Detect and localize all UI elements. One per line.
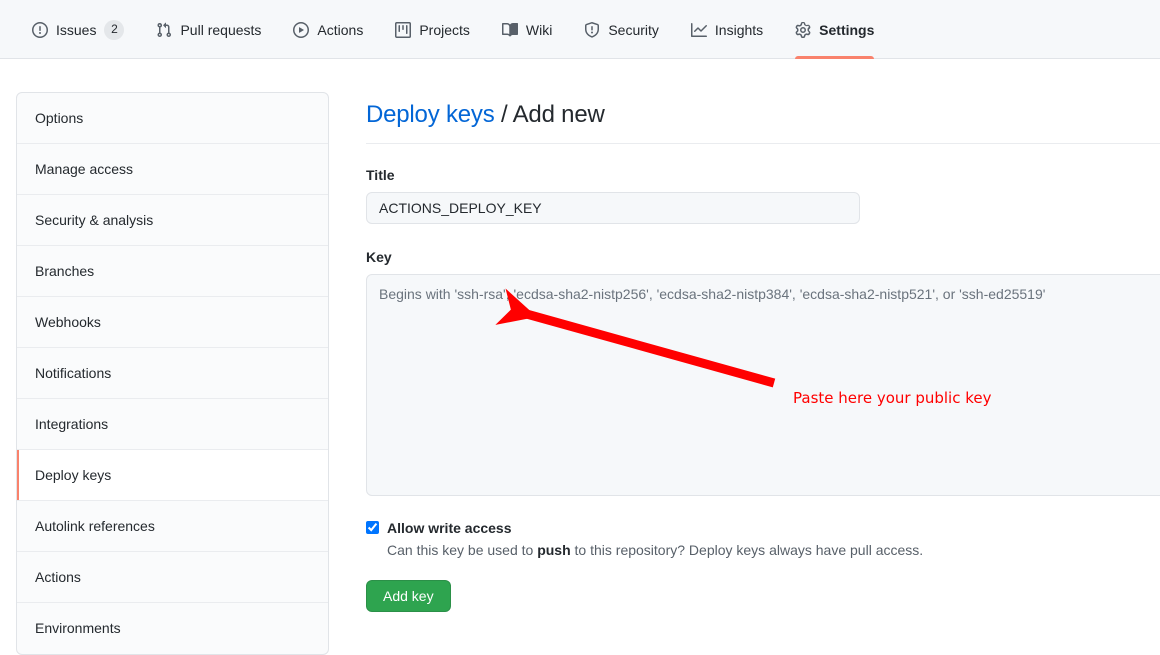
- repo-nav-item-counter: 2: [104, 19, 125, 40]
- sidebar-item-deploy-keys[interactable]: Deploy keys: [17, 450, 328, 501]
- sidebar-item-actions[interactable]: Actions: [17, 552, 328, 603]
- repo-nav-item-label: Pull requests: [180, 21, 262, 38]
- issue-opened-icon: [32, 21, 48, 38]
- page-body: Options Manage access Security & analysis B…: [0, 59, 1160, 655]
- settings-sidebar: Options Manage access Security & analysis B…: [16, 92, 329, 655]
- add-key-button[interactable]: Add key: [366, 580, 451, 613]
- sidebar-item-label: Webhooks: [35, 314, 101, 330]
- graph-icon: [690, 22, 707, 38]
- key-textarea[interactable]: [366, 273, 1160, 496]
- git-pull-request-icon: [156, 22, 172, 38]
- repo-nav-item-label: Settings: [819, 21, 875, 38]
- repo-nav-bar: Issues 2 Pull requests Actions Projects Wiki S…: [0, 0, 1160, 59]
- page-title-suffix: / Add new: [494, 101, 605, 128]
- sidebar-item-label: Branches: [35, 263, 95, 279]
- sidebar-item-label: Autolink references: [35, 518, 155, 534]
- sidebar-item-label: Manage access: [35, 161, 134, 177]
- sidebar-item-label: Integrations: [35, 416, 109, 432]
- repo-nav-item-settings[interactable]: Settings: [779, 0, 890, 59]
- allow-write-access-label[interactable]: Allow write access: [387, 520, 512, 536]
- note-text-after: to this repository? Deploy keys always h…: [570, 541, 924, 558]
- sidebar-item-label: Security & analysis: [35, 212, 154, 228]
- sidebar-item-options[interactable]: Options: [17, 93, 328, 144]
- sidebar-item-manage-access[interactable]: Manage access: [17, 144, 328, 195]
- repo-nav-item-security[interactable]: Security: [568, 0, 675, 59]
- repo-nav-item-label: Projects: [419, 21, 470, 38]
- repo-nav-item-label: Actions: [317, 21, 364, 38]
- title-divider: [366, 143, 1160, 144]
- sidebar-item-label: Actions: [35, 569, 81, 585]
- sidebar-item-label: Environments: [35, 620, 121, 636]
- note-text-before: Can this key be used to: [387, 541, 538, 558]
- repo-nav-list: Issues 2 Pull requests Actions Projects Wiki S…: [0, 0, 1160, 59]
- page-title: Deploy keys / Add new: [366, 59, 1160, 130]
- sidebar-item-autolink-references[interactable]: Autolink references: [17, 501, 328, 552]
- sidebar-item-label: Deploy keys: [35, 467, 112, 483]
- play-icon: [293, 21, 310, 38]
- note-text-push: push: [537, 541, 571, 558]
- allow-write-access-checkbox[interactable]: [366, 521, 379, 535]
- book-icon: [501, 22, 518, 38]
- sidebar-item-security-analysis[interactable]: Security & analysis: [17, 195, 328, 246]
- repo-nav-item-issues[interactable]: Issues 2: [16, 0, 140, 59]
- allow-write-access-description: Can this key be used to push to this rep…: [387, 541, 1160, 561]
- shield-icon: [584, 21, 600, 38]
- project-icon: [395, 21, 412, 38]
- main-content: Deploy keys / Add new Title Key Allow wr…: [366, 59, 1160, 633]
- gear-icon: [795, 21, 811, 38]
- repo-nav-item-projects[interactable]: Projects: [379, 0, 486, 59]
- repo-nav-item-label: Security: [608, 21, 659, 38]
- sidebar-item-integrations[interactable]: Integrations: [17, 399, 328, 450]
- allow-write-access-row: Allow write access: [366, 520, 1160, 536]
- repo-nav-item-label: Insights: [714, 21, 764, 38]
- sidebar-item-branches[interactable]: Branches: [17, 246, 328, 297]
- repo-nav-item-label: Issues: [56, 21, 97, 38]
- repo-nav-item-actions[interactable]: Actions: [277, 0, 379, 59]
- repo-nav-item-insights[interactable]: Insights: [675, 0, 779, 59]
- title-input[interactable]: [366, 191, 860, 224]
- deploy-keys-breadcrumb-link[interactable]: Deploy keys: [366, 101, 495, 128]
- sidebar-item-label: Options: [35, 110, 84, 126]
- sidebar-item-notifications[interactable]: Notifications: [17, 348, 328, 399]
- key-field-label: Key: [366, 248, 392, 265]
- title-field-label: Title: [366, 167, 395, 183]
- repo-nav-item-wiki[interactable]: Wiki: [486, 0, 568, 59]
- repo-nav-item-pull-requests[interactable]: Pull requests: [140, 0, 277, 59]
- sidebar-item-webhooks[interactable]: Webhooks: [17, 297, 328, 348]
- repo-nav-item-label: Wiki: [525, 21, 553, 38]
- sidebar-item-label: Notifications: [35, 365, 112, 381]
- sidebar-item-environments[interactable]: Environments: [17, 603, 328, 654]
